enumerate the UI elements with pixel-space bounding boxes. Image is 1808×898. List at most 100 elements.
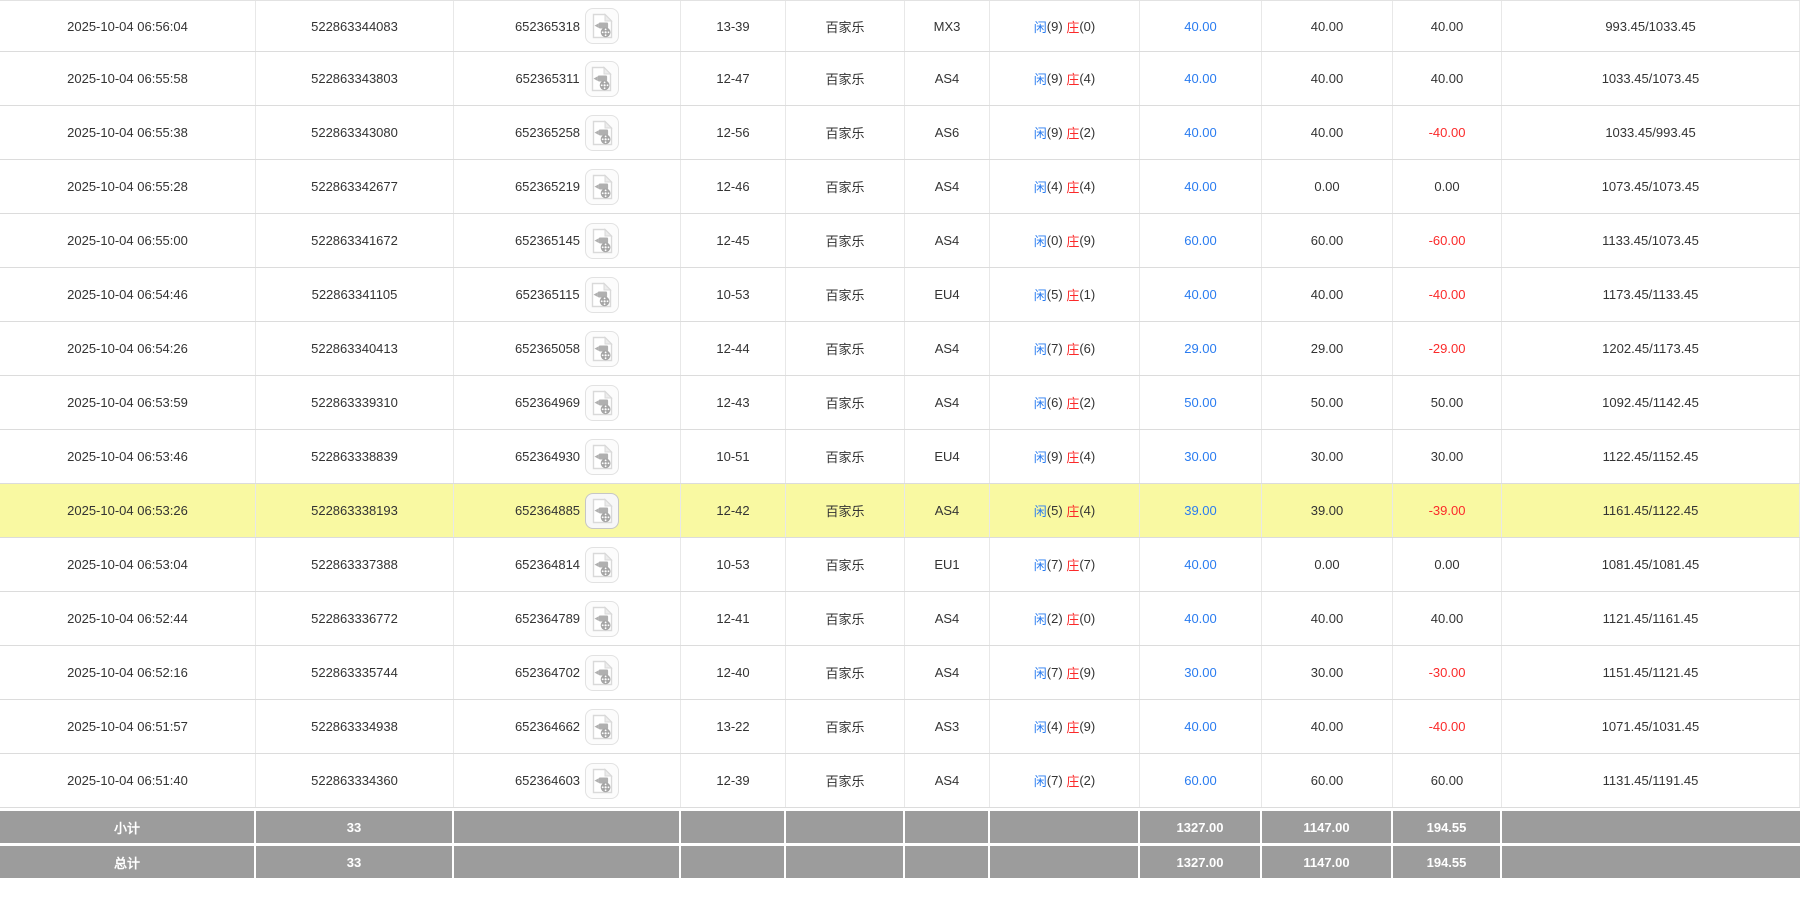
bet-time: 2025-10-04 06:56:04 [0, 1, 256, 51]
summary-empty-cell [786, 846, 905, 878]
player-label: 闲 [1033, 558, 1047, 573]
win-loss-amount: 40.00 [1393, 52, 1502, 105]
banker-label: 庄 [1066, 504, 1080, 519]
bet-amount: 40.00 [1140, 538, 1262, 591]
bet-id: 522863336772 [256, 592, 454, 645]
summary-empty-cell [681, 811, 786, 843]
table-code: AS4 [905, 322, 990, 375]
video-replay-button[interactable] [585, 708, 620, 745]
bet-id: 522863334360 [256, 754, 454, 807]
banker-score: (2) [1079, 125, 1096, 140]
player-score: (5) [1046, 287, 1063, 302]
game-type: 百家乐 [786, 646, 905, 699]
video-replay-button[interactable] [585, 384, 620, 421]
game-id: 652365145 [514, 233, 581, 248]
summary-bet-total: 1327.00 [1140, 846, 1262, 878]
banker-score: (9) [1079, 665, 1096, 680]
valid-bet-amount: 40.00 [1262, 106, 1393, 159]
valid-bet-amount: 40.00 [1262, 592, 1393, 645]
game-type: 百家乐 [786, 538, 905, 591]
win-loss-amount: 50.00 [1393, 376, 1502, 429]
game-type: 百家乐 [786, 700, 905, 753]
bet-time: 2025-10-04 06:55:28 [0, 160, 256, 213]
game-result: 闲 (9) 庄 (4) [990, 430, 1140, 483]
player-label: 闲 [1033, 126, 1047, 141]
win-loss-amount: -60.00 [1393, 214, 1502, 267]
banker-label: 庄 [1066, 612, 1080, 627]
video-replay-button[interactable] [585, 438, 620, 475]
video-replay-button[interactable] [584, 276, 619, 313]
game-result: 闲 (7) 庄 (2) [990, 754, 1140, 807]
summary-bet-total: 1327.00 [1140, 811, 1262, 843]
video-replay-button[interactable] [585, 546, 620, 583]
game-result: 闲 (9) 庄 (2) [990, 106, 1140, 159]
bet-id: 522863341105 [256, 268, 454, 321]
round-number: 10-51 [681, 430, 786, 483]
table-row: 2025-10-04 06:53:26 522863338193 6523648… [0, 484, 1800, 538]
table-row: 2025-10-04 06:51:40 522863334360 6523646… [0, 754, 1800, 808]
game-result: 闲 (6) 庄 (2) [990, 376, 1140, 429]
balance-before-after: 1073.45/1073.45 [1502, 160, 1800, 213]
game-type: 百家乐 [786, 214, 905, 267]
table-row: 2025-10-04 06:55:38 522863343080 6523652… [0, 106, 1800, 160]
banker-label: 庄 [1066, 126, 1080, 141]
video-replay-button[interactable] [585, 114, 620, 151]
round-number: 12-41 [681, 592, 786, 645]
round-number: 10-53 [681, 268, 786, 321]
player-label: 闲 [1033, 180, 1047, 195]
video-replay-button[interactable] [585, 222, 620, 259]
video-replay-button[interactable] [585, 600, 620, 637]
balance-before-after: 1161.45/1122.45 [1502, 484, 1800, 537]
game-id-cell: 652364930 [454, 430, 681, 483]
banker-score: (1) [1079, 287, 1096, 302]
bet-time: 2025-10-04 06:54:26 [0, 322, 256, 375]
balance-before-after: 1071.45/1031.45 [1502, 700, 1800, 753]
round-number: 12-46 [681, 160, 786, 213]
banker-score: (9) [1079, 233, 1096, 248]
bet-id: 522863344083 [256, 1, 454, 51]
video-replay-button[interactable] [585, 168, 620, 205]
summary-winloss-total: 194.55 [1393, 811, 1502, 843]
table-code: EU1 [905, 538, 990, 591]
game-result: 闲 (7) 庄 (9) [990, 646, 1140, 699]
round-number: 12-43 [681, 376, 786, 429]
game-result: 闲 (4) 庄 (4) [990, 160, 1140, 213]
table-code: AS4 [905, 484, 990, 537]
video-replay-button[interactable] [585, 762, 620, 799]
game-id-cell: 652365311 [454, 52, 681, 105]
game-id: 652365258 [514, 125, 581, 140]
video-replay-button[interactable] [585, 8, 620, 44]
video-replay-button[interactable] [585, 492, 620, 529]
summary-empty-cell [1502, 811, 1800, 843]
player-label: 闲 [1033, 666, 1047, 681]
video-replay-icon [592, 713, 613, 740]
video-replay-button[interactable] [585, 654, 620, 691]
balance-before-after: 993.45/1033.45 [1502, 1, 1800, 51]
game-result: 闲 (9) 庄 (0) [990, 1, 1140, 51]
game-type: 百家乐 [786, 268, 905, 321]
banker-score: (4) [1079, 71, 1096, 86]
win-loss-amount: -40.00 [1393, 106, 1502, 159]
video-replay-button[interactable] [584, 60, 619, 97]
bet-history-table: 2025-10-04 06:56:04 522863344083 6523653… [0, 0, 1800, 878]
balance-before-after: 1131.45/1191.45 [1502, 754, 1800, 807]
round-number: 12-47 [681, 52, 786, 105]
summary-count: 33 [256, 846, 454, 878]
banker-label: 庄 [1066, 450, 1080, 465]
summary-valid-total: 1147.00 [1262, 811, 1393, 843]
round-number: 12-39 [681, 754, 786, 807]
bet-history-table-wrap: 2025-10-04 06:56:04 522863344083 6523653… [0, 0, 1808, 898]
video-replay-button[interactable] [585, 330, 620, 367]
win-loss-amount: -30.00 [1393, 646, 1502, 699]
summary-empty-cell [454, 811, 681, 843]
video-replay-icon [592, 389, 613, 416]
bet-time: 2025-10-04 06:51:57 [0, 700, 256, 753]
game-id-cell: 652364969 [454, 376, 681, 429]
bet-time: 2025-10-04 06:55:38 [0, 106, 256, 159]
game-type: 百家乐 [786, 592, 905, 645]
balance-before-after: 1122.45/1152.45 [1502, 430, 1800, 483]
bet-id: 522863334938 [256, 700, 454, 753]
summary-valid-total: 1147.00 [1262, 846, 1393, 878]
round-number: 12-56 [681, 106, 786, 159]
summary-label: 小计 [0, 811, 256, 843]
